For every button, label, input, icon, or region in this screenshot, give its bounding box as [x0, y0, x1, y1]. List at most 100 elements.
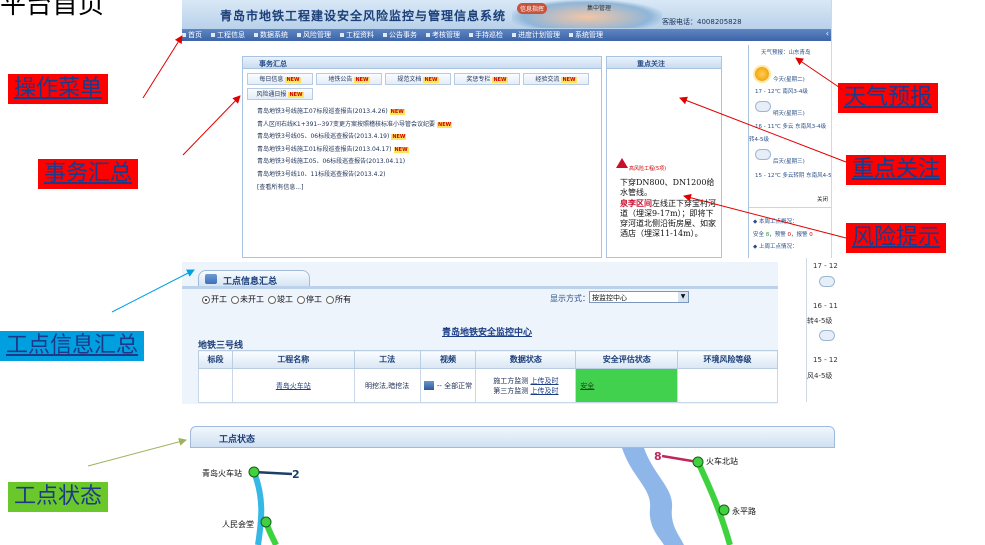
tab-rewards[interactable]: 奖惩专栏 NEW [454, 73, 520, 85]
monitor-center-link[interactable]: 青岛地铁安全监控中心 [442, 325, 532, 338]
line-2-segment [253, 470, 293, 476]
tab-standard-docs[interactable]: 规范文档 NEW [385, 73, 451, 85]
column-header: 工程名称 [231, 350, 355, 369]
last-week-stat[interactable]: ◆ 上周工点情况： [753, 242, 798, 250]
arrow-site-status [87, 437, 187, 467]
news-item[interactable]: 青岛地铁3号线10、11标段巡查报告(2013.4.2) [257, 169, 601, 182]
weather-strip-text: 15 - 12 [813, 356, 838, 364]
view-all-link[interactable]: [查看所有信息...] [257, 182, 601, 194]
annotation-focus: 重点关注 [846, 155, 947, 185]
station-label: 永平路 [732, 506, 756, 516]
news-item[interactable]: 青岛地铁3号线05、06标段巡查报告(2013.4.19) NEW [257, 131, 601, 144]
nav-item-system[interactable]: 系统管理 [569, 30, 612, 40]
display-mode-select[interactable]: 按监控中心 ▼ [589, 291, 689, 303]
annotation-risk: 风险提示 [846, 223, 947, 253]
annotation-site-status: 工点状态 [8, 482, 109, 512]
cell-project-name[interactable]: 青岛火车站 [231, 368, 355, 403]
new-badge: NEW [492, 77, 508, 83]
nav-item-schedule[interactable]: 进度计划管理 [512, 30, 569, 40]
tab-experience[interactable]: 经验交流 NEW [523, 73, 589, 85]
nav-item-project-info[interactable]: 工程信息 [211, 30, 254, 40]
cloud-icon [819, 330, 835, 341]
nav-item-handheld[interactable]: 手持巡检 [469, 30, 512, 40]
line-number: 2 [292, 468, 300, 481]
station-label: 人民会堂 [222, 519, 254, 529]
collapse-icon[interactable]: ‹ [826, 29, 829, 38]
weather-day3: 后天(星期三) [773, 159, 805, 165]
news-item[interactable]: 青岛地铁3号线施工01标段巡查报告(2013.04.17) NEW [257, 144, 601, 157]
nav-item-assessment[interactable]: 考核管理 [426, 30, 469, 40]
new-badge: NEW [285, 77, 301, 83]
divider [749, 207, 831, 208]
weather-day2-extra: 转4-5级 [749, 137, 769, 143]
affairs-panel: 事务汇总 每日信息 NEW 地铁公告 NEW 规范文档 NEW 奖惩专栏 NEW 经验交… [242, 56, 602, 258]
new-badge: NEW [423, 77, 439, 83]
folder-icon [205, 274, 217, 284]
column-header: 数据状态 [475, 350, 577, 369]
cell-video[interactable]: -- 全部正常 [419, 368, 477, 403]
radio-stopped[interactable]: 停工 [297, 294, 322, 305]
station-label: 青岛火车站 [202, 468, 242, 478]
tab-risk-daily[interactable]: 风险通日报 NEW [247, 88, 313, 100]
weather-title: 天气预报：山东青岛 [761, 50, 811, 56]
news-list: 青岛地铁3号线施工07标段巡查报告(2013.4.26) NEW 青人区间右线K1… [243, 100, 601, 194]
nav-item-home[interactable]: 首页 [182, 30, 211, 40]
weather-strip-text: 17 - 12 [813, 262, 838, 270]
metro-line-blue [251, 470, 265, 545]
radio-not-started[interactable]: 未开工 [231, 294, 264, 305]
nav-item-risk[interactable]: 风险管理 [297, 30, 340, 40]
slide: 平台首页 青岛市地铁工程建设安全风险监控与管理信息系统 信息指挥 集中管理 客服… [0, 0, 985, 545]
site-table: 标段 工程名称 工法 视频 数据状态 安全评估状态 环境风险等级 青岛火车站 明… [198, 350, 778, 403]
arrow-menu [142, 35, 183, 99]
news-item[interactable]: 青岛地铁3号线施工05、06标段巡查报告(2013.04.11) [257, 156, 601, 169]
metro-map: 青岛火车站 人民会堂 火车北站 永平路 2 8 [202, 448, 756, 545]
cell-safety-status[interactable]: 安全 [575, 368, 679, 403]
station-marker[interactable] [248, 466, 260, 478]
main-nav: 首页 工程信息 数据系统 风险管理 工程资料 公告事务 考核管理 手持巡检 进度… [182, 29, 831, 41]
risk-highlight: 泉李区间 [620, 198, 652, 208]
site-info-tab[interactable]: 工点信息汇总 [198, 270, 310, 287]
station-marker[interactable] [718, 504, 730, 516]
weather-strip-text: 风4-5级 [807, 372, 833, 380]
cell-data-status: 施工方监测 上传及时 第三方监测 上传及时 [475, 368, 577, 403]
tab-metro-notice[interactable]: 地铁公告 NEW [316, 73, 382, 85]
tab-daily-info[interactable]: 每日信息 NEW [247, 73, 313, 85]
upload-status-link[interactable]: 上传及时 [531, 387, 559, 395]
cloud-icon [755, 149, 771, 160]
weather-day2: 明天(星期三) [773, 111, 805, 117]
week-stat-values: 安全 8，预警 0，报警 0 [753, 232, 813, 238]
annotation-site-info: 工点信息汇总 [0, 331, 145, 361]
homepage-screenshot: 青岛市地铁工程建设安全风险监控与管理信息系统 信息指挥 集中管理 客服电话：40… [182, 0, 832, 258]
new-badge: NEW [288, 92, 304, 98]
chevron-down-icon: ▼ [678, 292, 688, 302]
station-marker[interactable] [260, 516, 272, 528]
station-marker[interactable] [692, 456, 704, 468]
cloud-icon [755, 101, 771, 112]
news-item[interactable]: 青岛地铁3号线施工07标段巡查报告(2013.4.26) NEW [257, 106, 601, 119]
radio-completed[interactable]: 竣工 [268, 294, 293, 305]
upload-status-link[interactable]: 上传及时 [531, 377, 559, 385]
new-badge: NEW [561, 77, 577, 83]
site-info-screenshot: 工点信息汇总 开工 未开工 竣工 停工 所有 显示方式： 按监控中心 ▼ 青岛地… [182, 262, 778, 404]
cell-section [198, 368, 233, 403]
radio-started[interactable]: 开工 [202, 294, 227, 305]
week-stat-title: ◆ 本周工点概况： [753, 219, 798, 225]
nav-item-notices[interactable]: 公告事务 [383, 30, 426, 40]
weather-close-button[interactable]: 关闭 [817, 195, 828, 203]
banner-badge-manage: 集中管理 [587, 5, 612, 12]
column-header: 工法 [353, 350, 421, 369]
nav-item-data-system[interactable]: 数据系统 [254, 30, 297, 40]
warning-icon [616, 158, 628, 168]
news-item[interactable]: 青人区间右线K1+391--397变更方案按照稽核标准小导管会议纪要 NEW [257, 119, 601, 132]
radio-all[interactable]: 所有 [326, 294, 351, 305]
weather-strip-text: 16 - 11 [813, 302, 838, 310]
focus-panel: 重点关注 高风险工程(5项) 下穿DN800、DN1200给水管线。 泉李区间左… [606, 56, 722, 258]
nav-item-documents[interactable]: 工程资料 [340, 30, 383, 40]
annotation-weather: 天气预报 [838, 83, 939, 113]
affairs-title: 事务汇总 [243, 57, 601, 69]
column-header: 标段 [198, 350, 233, 369]
sun-icon [755, 67, 769, 81]
weather-day1-detail: 17 - 12℃ 南风3-4级 [755, 89, 808, 95]
annotation-menu: 操作菜单 [8, 74, 109, 104]
high-risk-label[interactable]: 高风险工程(5项) [629, 165, 666, 172]
